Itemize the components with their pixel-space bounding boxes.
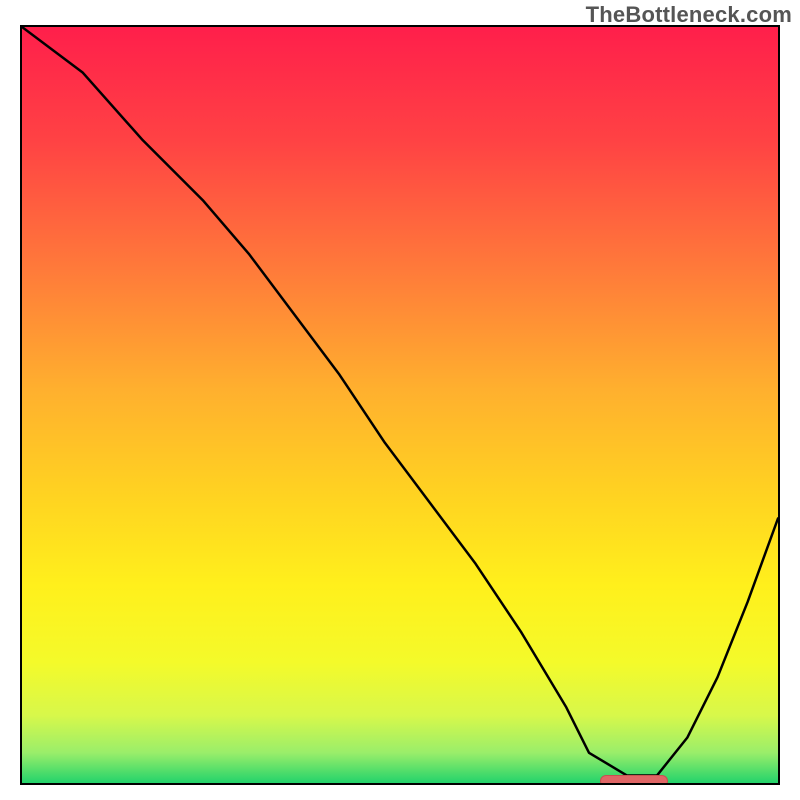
- plot-frame: [20, 25, 780, 785]
- optimal-range-marker: [600, 775, 668, 785]
- chart-stage: TheBottleneck.com: [0, 0, 800, 800]
- gradient-background: [22, 27, 778, 783]
